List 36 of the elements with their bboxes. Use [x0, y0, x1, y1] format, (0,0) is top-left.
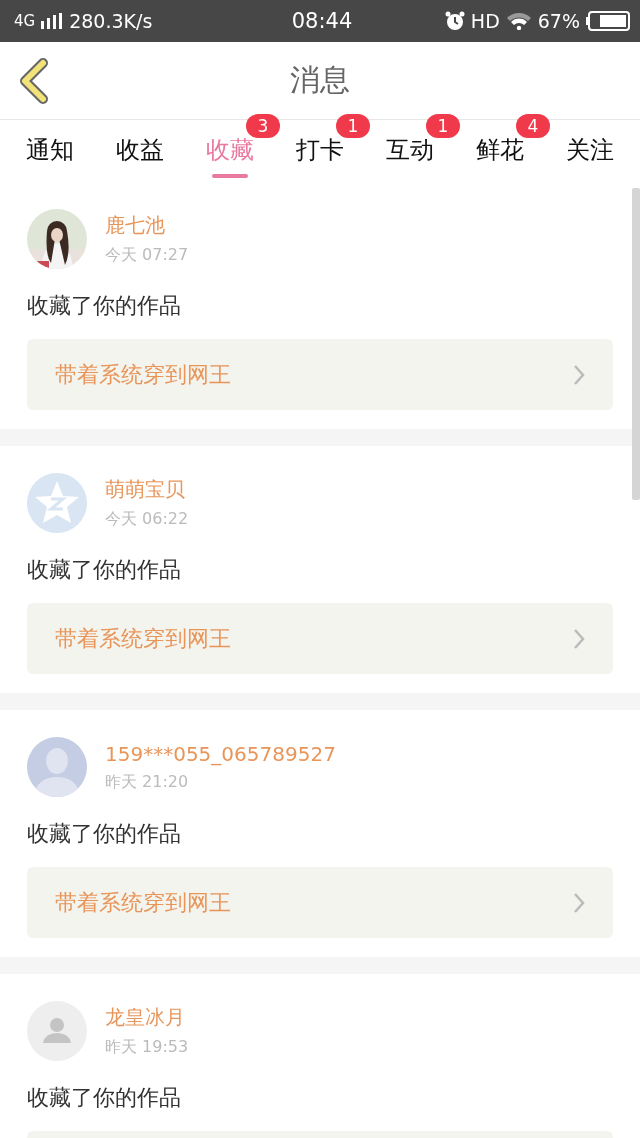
active-tab-underline: [212, 174, 248, 178]
message-time: 今天 06:22: [105, 509, 189, 530]
battery-percent: 67%: [537, 10, 580, 32]
chevron-right-icon: [573, 363, 585, 386]
avatar-icon: [27, 737, 87, 797]
count-badge: 3: [246, 114, 280, 138]
message-text: 收藏了你的作品: [27, 820, 182, 848]
user-name: 萌萌宝贝: [105, 476, 186, 503]
page-title: 消息: [290, 61, 350, 99]
avatar-icon: [27, 473, 87, 533]
message-text: 收藏了你的作品: [27, 1084, 182, 1112]
message-time: 昨天 21:20: [105, 771, 190, 793]
network-speed: 280.3K/s: [69, 10, 153, 32]
hd-indicator: HD: [470, 10, 500, 32]
count-badge: 4: [516, 114, 550, 138]
clock-time: 08:44: [291, 9, 353, 33]
count-badge: 1: [426, 114, 460, 138]
tab[interactable]: 关注: [566, 120, 614, 182]
tab[interactable]: 通知: [26, 120, 74, 182]
user-name: 龙皇冰月: [105, 1004, 186, 1031]
message-time: 今天 07:27: [105, 245, 189, 266]
alarm-icon: [444, 11, 465, 31]
battery-icon: [586, 11, 630, 31]
avatar-icon: [27, 1001, 87, 1061]
message-text: 收藏了你的作品: [27, 556, 182, 584]
signal-icon: [41, 13, 64, 29]
chevron-right-icon: [573, 891, 585, 914]
message-time: 昨天 19:53: [105, 1037, 189, 1058]
user-name: 鹿七池: [105, 212, 166, 239]
network-type: 4G: [14, 12, 36, 30]
user-name: 159***055_065789527: [105, 741, 336, 766]
count-badge: 1: [336, 114, 370, 138]
chevron-right-icon: [573, 627, 585, 650]
tab[interactable]: 收益: [116, 120, 164, 182]
message-text: 收藏了你的作品: [27, 292, 182, 320]
wifi-icon: [505, 12, 532, 30]
